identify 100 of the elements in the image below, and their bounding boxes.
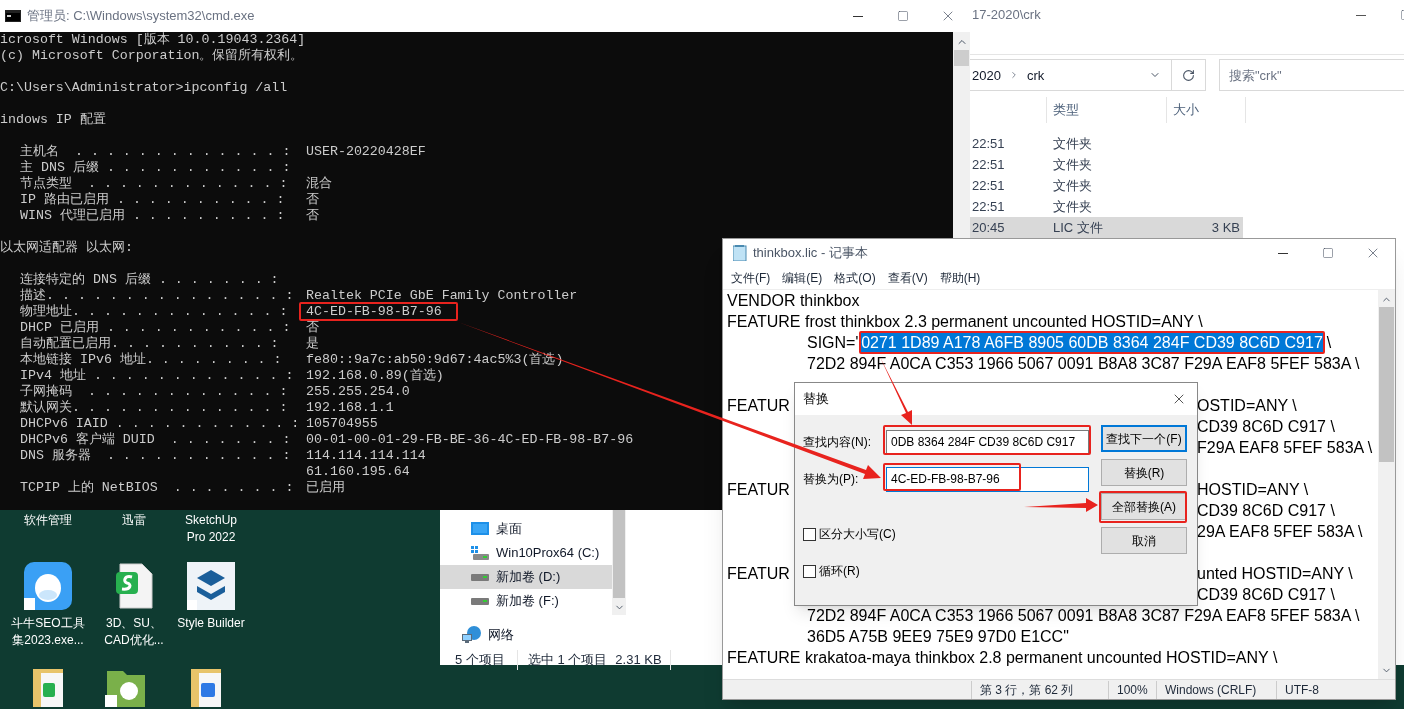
property-label: DHCP 已启用 . . . . . . . . . . . : <box>20 320 291 335</box>
dialog-button[interactable]: 查找下一个(F) <box>1101 425 1187 452</box>
property-label: 物理地址. . . . . . . . . . . . . : <box>20 304 288 319</box>
property-value: 已启用 <box>306 480 345 496</box>
status-text: Windows (CRLF) <box>1156 680 1276 699</box>
property-label: 默认网关. . . . . . . . . . . . . : <box>20 400 288 415</box>
property-value: 105704955 <box>306 416 378 432</box>
nav-item[interactable]: 新加卷 (F:) <box>440 589 612 613</box>
text-line: FEATUR <box>727 397 790 414</box>
menu-item[interactable]: 编辑(E) <box>782 269 823 287</box>
text-line: VENDOR thinkbox <box>727 291 860 311</box>
file-type: LIC 文件 <box>1052 218 1104 237</box>
modified-time: 22:51 <box>971 134 1006 153</box>
desktop-icon-label[interactable]: SketchUp <box>185 512 237 529</box>
desktop-icon-label[interactable]: 斗牛SEO工具 <box>11 615 85 632</box>
breadcrumb-item[interactable]: 2020 <box>972 65 1001 86</box>
drive-icon <box>471 546 489 560</box>
desktop-icon-label[interactable]: 软件管理 <box>24 512 72 529</box>
column-header[interactable]: 类型 <box>1046 96 1166 123</box>
address-bar[interactable]: 2020 crk <box>970 59 1172 92</box>
spreadsheet-file-icon <box>114 562 154 610</box>
text-field[interactable]: 0DB 8364 284F CD39 8C6D C917 <box>886 429 1089 455</box>
desktop-icon-label[interactable]: 集2023.exe... <box>12 632 84 649</box>
dialog-button[interactable]: 替换(R) <box>1101 459 1187 486</box>
text-line: unted HOSTID=ANY \ <box>1197 564 1353 584</box>
search-field[interactable]: 搜索"crk" <box>1219 59 1404 92</box>
property-value: 混合 <box>306 176 332 192</box>
modified-time: 22:51 <box>971 176 1006 195</box>
desktop-icon-label[interactable]: Pro 2022 <box>186 529 236 546</box>
text-line: FEATUR <box>727 481 790 498</box>
property-label: IP 路由已启用 . . . . . . . . . . : <box>20 192 285 207</box>
text-line: CD39 8C6D C917 \ <box>1197 585 1335 605</box>
text-line: HOSTID=ANY \ <box>1197 480 1309 500</box>
property-value: 4C-ED-FB-98-B7-96 <box>306 304 442 320</box>
file-row[interactable]: 22:51 文件夹 <box>970 196 1243 217</box>
nav-item[interactable]: 桌面 <box>440 517 612 541</box>
desktop-icon-label[interactable]: 迅雷 <box>122 512 146 529</box>
field-label: 替换为(P): <box>803 471 860 488</box>
scrollbar-thumb[interactable] <box>954 50 969 66</box>
refresh-button[interactable] <box>1172 59 1206 92</box>
desktop-icon-label[interactable]: Style Builder <box>177 615 245 632</box>
monitor-icon <box>471 522 489 536</box>
status-text: 第 3 行，第 62 列 <box>971 680 1108 699</box>
network-icon <box>462 626 482 644</box>
nav-item[interactable]: 新加卷 (D:) <box>440 565 612 589</box>
property-label: 主机名 . . . . . . . . . . . . . : <box>20 144 291 159</box>
dialog-button[interactable]: 全部替换(A) <box>1101 493 1187 520</box>
menu-item[interactable]: 文件(F) <box>731 269 771 287</box>
search-input[interactable]: 搜索"crk" <box>1229 65 1379 86</box>
property-value: 61.160.195.64 <box>306 464 410 480</box>
notepad-icon <box>733 245 747 261</box>
property-value: 是 <box>306 336 319 352</box>
text-line: FEATURE krakatoa-maya thinkbox 2.8 permanent uncounted HOSTID=ANY \ <box>727 648 1278 668</box>
text-line: SIGN=" <box>807 333 862 353</box>
refresh-icon <box>1182 68 1195 82</box>
scrollbar-thumb[interactable] <box>1379 307 1394 462</box>
property-value: 192.168.0.89(首选) <box>306 368 444 384</box>
menu-item[interactable]: 帮助(H) <box>939 269 981 287</box>
console-icon <box>5 10 21 22</box>
checkbox[interactable] <box>803 527 816 541</box>
dialog-button[interactable]: 取消 <box>1101 527 1187 554</box>
text-line: 72D2 894F A0CA C353 1966 5067 0091 B8A8 3C87 F29A EAF8 5FEF 583A \ <box>807 606 1360 626</box>
console-line: (c) Microsoft Corporation。保留所有权利。 <box>0 48 304 63</box>
menu-item[interactable]: 查看(V) <box>887 269 928 287</box>
text-line: F29A EAF8 5FEF 583A \ <box>1197 438 1373 458</box>
column-header[interactable]: 大小 <box>1166 96 1246 123</box>
checkbox-option[interactable]: 循环(R) <box>803 562 860 580</box>
field-label: 查找内容(N): <box>803 434 872 451</box>
property-label: 描述. . . . . . . . . . . . . . . : <box>20 288 294 303</box>
property-label: DHCPv6 IAID . . . . . . . . . . . : <box>20 416 300 431</box>
property-label: WINS 代理已启用 . . . . . . . . . : <box>20 208 285 223</box>
window-title: 管理员: C:\Windows\system32\cmd.exe <box>27 7 255 26</box>
text-field[interactable]: 4C-ED-FB-98-B7-96 <box>886 466 1089 492</box>
checkbox[interactable] <box>803 564 816 578</box>
breadcrumb-item[interactable]: crk <box>1026 65 1045 86</box>
file-row[interactable]: 22:51 文件夹 <box>970 133 1243 154</box>
property-value: 255.255.254.0 <box>306 384 410 400</box>
property-label: 节点类型 . . . . . . . . . . . . : <box>20 176 288 191</box>
property-label: TCPIP 上的 NetBIOS . . . . . . . : <box>20 480 294 495</box>
layers-logo-icon <box>187 562 235 610</box>
scrollbar-thumb[interactable] <box>613 510 625 598</box>
file-row[interactable]: 22:51 文件夹 <box>970 175 1243 196</box>
desktop-icon-label[interactable]: CAD优化... <box>104 632 164 649</box>
checkbox-option[interactable]: 区分大小写(C) <box>803 525 896 543</box>
file-row[interactable]: 22:51 文件夹 <box>970 154 1243 175</box>
nav-item[interactable]: 网络 <box>440 620 612 650</box>
file-type: 文件夹 <box>1052 155 1093 174</box>
text-line: \ <box>1326 333 1332 353</box>
nav-item[interactable]: Win10Prox64 (C:) <box>440 541 612 565</box>
desktop-icon-label[interactable]: 3D、SU、 <box>106 615 162 632</box>
maximize-icon <box>896 10 909 22</box>
menu-item[interactable]: 格式(O) <box>834 269 876 287</box>
minimize-icon <box>1355 14 1366 16</box>
console-line: icrosoft Windows [版本 10.0.19043.2364] <box>0 32 306 47</box>
status-text: 选中 1 个项目 <box>526 651 609 669</box>
property-value: 否 <box>306 320 319 336</box>
drive-icon <box>471 573 489 581</box>
property-value: 否 <box>306 192 319 208</box>
file-row[interactable]: 20:45 LIC 文件 3 KB <box>970 217 1243 238</box>
property-value: 192.168.1.1 <box>306 400 394 416</box>
